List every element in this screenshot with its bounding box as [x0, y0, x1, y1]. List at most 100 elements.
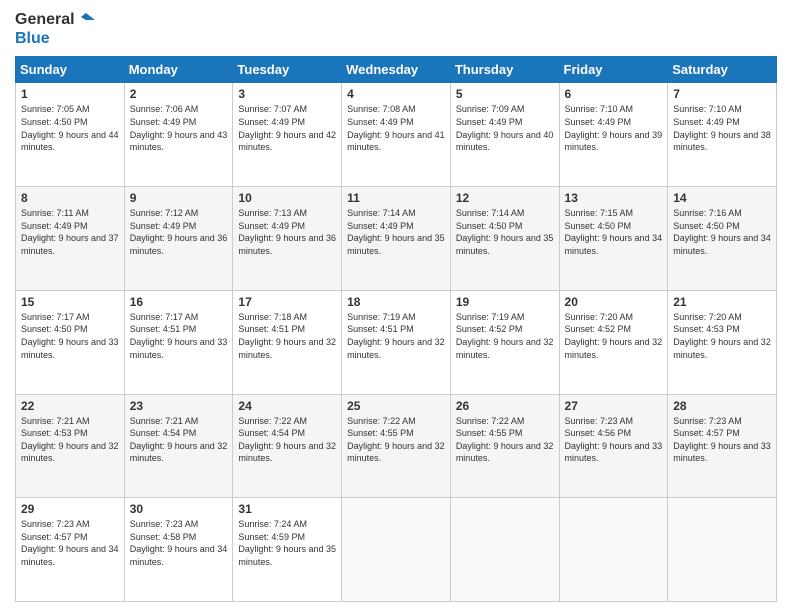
- day-number: 23: [130, 399, 228, 413]
- page-header: General Blue: [15, 10, 777, 48]
- day-info: Sunrise: 7:17 AMSunset: 4:51 PMDaylight:…: [130, 311, 228, 361]
- day-info: Sunrise: 7:21 AMSunset: 4:53 PMDaylight:…: [21, 415, 119, 465]
- day-info: Sunrise: 7:13 AMSunset: 4:49 PMDaylight:…: [238, 207, 336, 257]
- calendar-week-row: 29 Sunrise: 7:23 AMSunset: 4:57 PMDayligh…: [16, 498, 777, 602]
- day-number: 25: [347, 399, 445, 413]
- day-number: 18: [347, 295, 445, 309]
- weekday-header: Wednesday: [342, 57, 451, 83]
- calendar-cell: 10 Sunrise: 7:13 AMSunset: 4:49 PMDayligh…: [233, 187, 342, 291]
- day-info: Sunrise: 7:23 AMSunset: 4:56 PMDaylight:…: [565, 415, 663, 465]
- day-number: 31: [238, 502, 336, 516]
- day-info: Sunrise: 7:18 AMSunset: 4:51 PMDaylight:…: [238, 311, 336, 361]
- calendar-cell: 14 Sunrise: 7:16 AMSunset: 4:50 PMDayligh…: [668, 187, 777, 291]
- day-number: 29: [21, 502, 119, 516]
- logo-svg: General Blue: [15, 10, 95, 48]
- day-number: 4: [347, 87, 445, 101]
- day-number: 30: [130, 502, 228, 516]
- calendar-cell: 26 Sunrise: 7:22 AMSunset: 4:55 PMDayligh…: [450, 394, 559, 498]
- calendar-table: SundayMondayTuesdayWednesdayThursdayFrid…: [15, 56, 777, 602]
- day-info: Sunrise: 7:22 AMSunset: 4:54 PMDaylight:…: [238, 415, 336, 465]
- calendar-cell: 27 Sunrise: 7:23 AMSunset: 4:56 PMDayligh…: [559, 394, 668, 498]
- calendar-cell: 28 Sunrise: 7:23 AMSunset: 4:57 PMDayligh…: [668, 394, 777, 498]
- calendar-cell: 23 Sunrise: 7:21 AMSunset: 4:54 PMDayligh…: [124, 394, 233, 498]
- calendar-cell: 8 Sunrise: 7:11 AMSunset: 4:49 PMDaylight…: [16, 187, 125, 291]
- day-info: Sunrise: 7:14 AMSunset: 4:49 PMDaylight:…: [347, 207, 445, 257]
- day-info: Sunrise: 7:23 AMSunset: 4:58 PMDaylight:…: [130, 518, 228, 568]
- day-number: 11: [347, 191, 445, 205]
- calendar-cell: 5Sunrise: 7:09 AMSunset: 4:49 PMDaylight…: [450, 83, 559, 187]
- calendar-cell: [559, 498, 668, 602]
- day-info: Sunrise: 7:23 AMSunset: 4:57 PMDaylight:…: [673, 415, 771, 465]
- calendar-cell: 17Sunrise: 7:18 AMSunset: 4:51 PMDayligh…: [233, 290, 342, 394]
- day-info: Sunrise: 7:10 AMSunset: 4:49 PMDaylight:…: [673, 103, 771, 153]
- day-info: Sunrise: 7:07 AMSunset: 4:49 PMDaylight:…: [238, 103, 336, 153]
- calendar: SundayMondayTuesdayWednesdayThursdayFrid…: [15, 56, 777, 602]
- logo: General Blue: [15, 10, 95, 48]
- calendar-cell: 15 Sunrise: 7:17 AMSunset: 4:50 PMDayligh…: [16, 290, 125, 394]
- page-container: General Blue SundayMondayTuesdayWednesda…: [0, 0, 792, 612]
- day-info: Sunrise: 7:21 AMSunset: 4:54 PMDaylight:…: [130, 415, 228, 465]
- day-number: 12: [456, 191, 554, 205]
- day-info: Sunrise: 7:22 AMSunset: 4:55 PMDaylight:…: [456, 415, 554, 465]
- calendar-cell: 29 Sunrise: 7:23 AMSunset: 4:57 PMDayligh…: [16, 498, 125, 602]
- day-number: 14: [673, 191, 771, 205]
- calendar-cell: 4 Sunrise: 7:08 AMSunset: 4:49 PMDaylight…: [342, 83, 451, 187]
- day-info: Sunrise: 7:09 AMSunset: 4:49 PMDaylight:…: [456, 103, 554, 153]
- calendar-cell: 30 Sunrise: 7:23 AMSunset: 4:58 PMDayligh…: [124, 498, 233, 602]
- logo-bird-icon: [77, 11, 95, 29]
- day-info: Sunrise: 7:14 AMSunset: 4:50 PMDaylight:…: [456, 207, 554, 257]
- calendar-cell: 25Sunrise: 7:22 AMSunset: 4:55 PMDayligh…: [342, 394, 451, 498]
- day-info: Sunrise: 7:19 AMSunset: 4:52 PMDaylight:…: [456, 311, 554, 361]
- weekday-header: Monday: [124, 57, 233, 83]
- calendar-week-row: 8 Sunrise: 7:11 AMSunset: 4:49 PMDaylight…: [16, 187, 777, 291]
- day-info: Sunrise: 7:19 AMSunset: 4:51 PMDaylight:…: [347, 311, 445, 361]
- day-number: 28: [673, 399, 771, 413]
- day-info: Sunrise: 7:11 AMSunset: 4:49 PMDaylight:…: [21, 207, 119, 257]
- day-number: 26: [456, 399, 554, 413]
- day-number: 20: [565, 295, 663, 309]
- calendar-cell: 1 Sunrise: 7:05 AMSunset: 4:50 PMDaylight…: [16, 83, 125, 187]
- calendar-cell: 13Sunrise: 7:15 AMSunset: 4:50 PMDayligh…: [559, 187, 668, 291]
- day-info: Sunrise: 7:16 AMSunset: 4:50 PMDaylight:…: [673, 207, 771, 257]
- weekday-header-row: SundayMondayTuesdayWednesdayThursdayFrid…: [16, 57, 777, 83]
- calendar-cell: 18 Sunrise: 7:19 AMSunset: 4:51 PMDayligh…: [342, 290, 451, 394]
- weekday-header: Thursday: [450, 57, 559, 83]
- day-info: Sunrise: 7:23 AMSunset: 4:57 PMDaylight:…: [21, 518, 119, 568]
- day-number: 3: [238, 87, 336, 101]
- day-number: 15: [21, 295, 119, 309]
- day-info: Sunrise: 7:12 AMSunset: 4:49 PMDaylight:…: [130, 207, 228, 257]
- day-number: 21: [673, 295, 771, 309]
- logo-general: General: [15, 10, 75, 29]
- calendar-cell: [342, 498, 451, 602]
- day-info: Sunrise: 7:24 AMSunset: 4:59 PMDaylight:…: [238, 518, 336, 568]
- calendar-cell: 24 Sunrise: 7:22 AMSunset: 4:54 PMDayligh…: [233, 394, 342, 498]
- day-number: 8: [21, 191, 119, 205]
- day-number: 19: [456, 295, 554, 309]
- calendar-cell: 16 Sunrise: 7:17 AMSunset: 4:51 PMDayligh…: [124, 290, 233, 394]
- day-number: 22: [21, 399, 119, 413]
- day-info: Sunrise: 7:08 AMSunset: 4:49 PMDaylight:…: [347, 103, 445, 153]
- day-number: 16: [130, 295, 228, 309]
- calendar-week-row: 15 Sunrise: 7:17 AMSunset: 4:50 PMDayligh…: [16, 290, 777, 394]
- weekday-header: Tuesday: [233, 57, 342, 83]
- calendar-cell: 31 Sunrise: 7:24 AMSunset: 4:59 PMDayligh…: [233, 498, 342, 602]
- day-number: 6: [565, 87, 663, 101]
- calendar-cell: 11 Sunrise: 7:14 AMSunset: 4:49 PMDayligh…: [342, 187, 451, 291]
- logo-blue: Blue: [15, 29, 50, 48]
- day-info: Sunrise: 7:10 AMSunset: 4:49 PMDaylight:…: [565, 103, 663, 153]
- day-number: 27: [565, 399, 663, 413]
- day-info: Sunrise: 7:05 AMSunset: 4:50 PMDaylight:…: [21, 103, 119, 153]
- day-number: 10: [238, 191, 336, 205]
- calendar-cell: 12 Sunrise: 7:14 AMSunset: 4:50 PMDayligh…: [450, 187, 559, 291]
- weekday-header: Friday: [559, 57, 668, 83]
- day-number: 1: [21, 87, 119, 101]
- day-info: Sunrise: 7:20 AMSunset: 4:52 PMDaylight:…: [565, 311, 663, 361]
- calendar-cell: 2Sunrise: 7:06 AMSunset: 4:49 PMDaylight…: [124, 83, 233, 187]
- day-number: 13: [565, 191, 663, 205]
- day-info: Sunrise: 7:17 AMSunset: 4:50 PMDaylight:…: [21, 311, 119, 361]
- day-number: 24: [238, 399, 336, 413]
- day-info: Sunrise: 7:20 AMSunset: 4:53 PMDaylight:…: [673, 311, 771, 361]
- weekday-header: Saturday: [668, 57, 777, 83]
- calendar-cell: 20 Sunrise: 7:20 AMSunset: 4:52 PMDayligh…: [559, 290, 668, 394]
- calendar-cell: 3 Sunrise: 7:07 AMSunset: 4:49 PMDaylight…: [233, 83, 342, 187]
